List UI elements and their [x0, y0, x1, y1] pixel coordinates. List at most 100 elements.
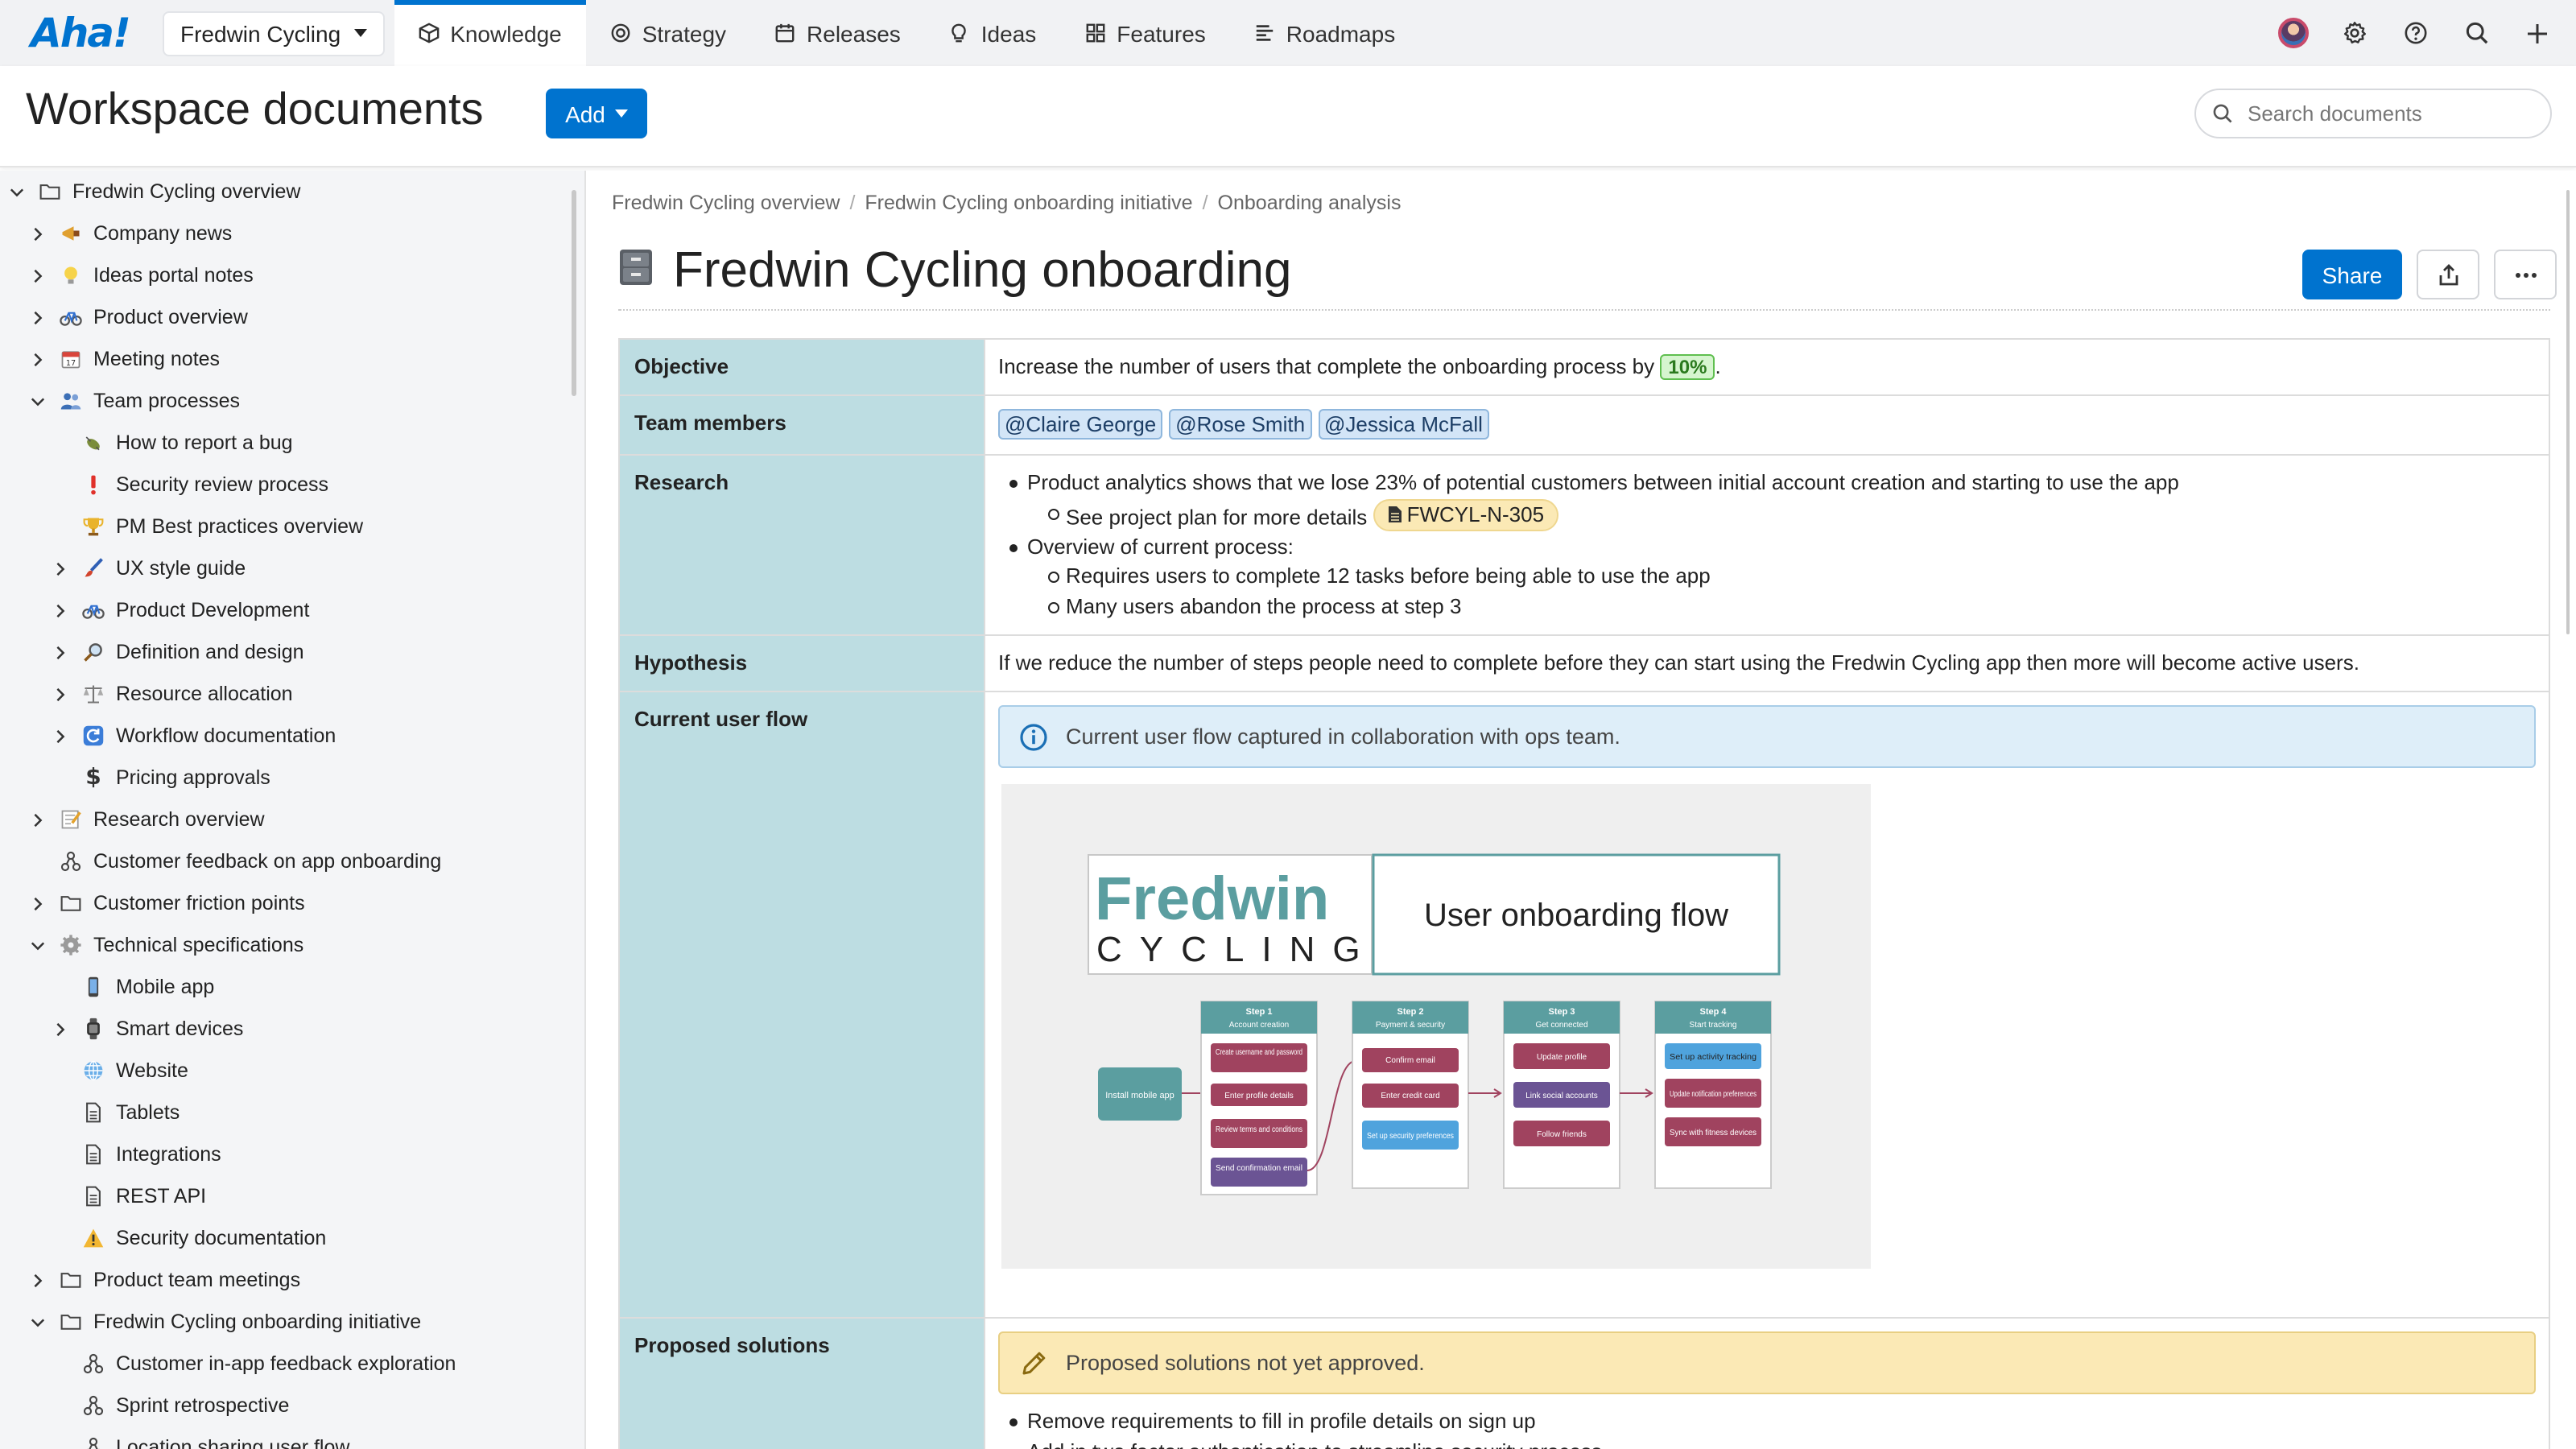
user-flow-image[interactable]: Fredwin CYCLING User onboarding flow Ins…: [1001, 784, 1871, 1269]
breadcrumb-item[interactable]: Fredwin Cycling onboarding initiative: [865, 192, 1192, 214]
research-value[interactable]: Product analytics shows that we lose 23%…: [984, 453, 2550, 637]
tab-releases[interactable]: Releases: [750, 0, 925, 66]
tree-item[interactable]: Product team meetings: [29, 1259, 300, 1301]
tab-ideas[interactable]: Ideas: [925, 0, 1061, 66]
tree-item[interactable]: Mobile app: [52, 966, 214, 1008]
chevron-right-icon[interactable]: [29, 811, 45, 828]
global-search-button[interactable]: [2460, 17, 2492, 49]
search-input[interactable]: [2248, 101, 2521, 126]
tree-item[interactable]: Integrations: [52, 1133, 221, 1175]
tree-item[interactable]: REST API: [52, 1175, 206, 1217]
list-item-text: Many users abandon the process at step 3: [1066, 593, 1462, 618]
proposed-list: Remove requirements to fill in profile d…: [998, 1408, 2536, 1449]
features-icon: [1085, 23, 1104, 43]
export-button[interactable]: [2417, 250, 2479, 299]
tree-item[interactable]: Customer friction points: [29, 882, 305, 924]
documents-sidebar: Fredwin Cycling overview Company news Id…: [0, 171, 586, 1449]
settings-button[interactable]: [2338, 17, 2370, 49]
search-icon: [2465, 22, 2487, 44]
tab-features[interactable]: Features: [1060, 0, 1230, 66]
chevron-right-icon[interactable]: [52, 728, 68, 744]
user-avatar[interactable]: [2277, 17, 2309, 49]
tree-item-label: Customer friction points: [93, 892, 305, 914]
breadcrumb-item[interactable]: Fredwin Cycling overview: [612, 192, 840, 214]
tree-item-label: Product team meetings: [93, 1269, 301, 1291]
tree-item[interactable]: Resource allocation: [52, 673, 293, 715]
tree-item[interactable]: Customer feedback on app onboarding: [29, 840, 441, 882]
chevron-right-icon[interactable]: [29, 895, 45, 911]
sidebar-scrollbar[interactable]: [572, 190, 576, 396]
tree-item[interactable]: Tablets: [52, 1092, 180, 1133]
chevron-right-icon[interactable]: [29, 351, 45, 367]
chevron-right-icon[interactable]: [52, 686, 68, 702]
chevron-right-icon[interactable]: [52, 602, 68, 618]
share-button[interactable]: Share: [2302, 250, 2402, 299]
tree-item[interactable]: Product overview: [29, 296, 248, 338]
tree-item[interactable]: UX style guide: [52, 547, 246, 589]
tree-item[interactable]: Technical specifications: [29, 924, 303, 966]
proposed-solutions-value[interactable]: Proposed solutions not yet approved. Rem…: [984, 1317, 2550, 1449]
tree-item[interactable]: Sprint retrospective: [52, 1385, 289, 1426]
tree-item[interactable]: Team processes: [29, 380, 240, 422]
tree-item[interactable]: PM Best practices overview: [52, 506, 363, 547]
dollar-icon: $: [85, 765, 101, 791]
record-link[interactable]: FWCYL-N-305: [1373, 498, 1559, 531]
tree-item[interactable]: Security documentation: [52, 1217, 326, 1259]
help-button[interactable]: [2399, 17, 2431, 49]
tree-item[interactable]: How to report a bug: [52, 422, 293, 464]
tab-knowledge[interactable]: Knowledge: [394, 0, 586, 66]
file-cabinet-icon: [618, 247, 654, 294]
chevron-right-icon[interactable]: [52, 1021, 68, 1037]
task-label: Sync with fitness devices: [1670, 1129, 1757, 1138]
tree-item[interactable]: Location sharing user flow: [52, 1426, 349, 1449]
chevron-right-icon[interactable]: [52, 644, 68, 660]
more-options-button[interactable]: [2494, 250, 2557, 299]
workspace-selector[interactable]: Fredwin Cycling: [163, 10, 385, 56]
chevron-right-icon[interactable]: [29, 309, 45, 325]
chevron-down-icon[interactable]: [29, 937, 45, 953]
tab-strategy[interactable]: Strategy: [586, 0, 750, 66]
create-button[interactable]: [2521, 17, 2553, 49]
add-button[interactable]: Add: [546, 89, 647, 138]
mention-chip[interactable]: @Jessica McFall: [1318, 409, 1489, 440]
list-item: Requires users to complete 12 tasks befo…: [1048, 563, 2536, 592]
tree-item[interactable]: Customer in-app feedback exploration: [52, 1343, 456, 1385]
tree-item[interactable]: Research overview: [29, 799, 265, 840]
chevron-down-icon[interactable]: [8, 184, 24, 200]
tree-item[interactable]: Product Development: [52, 589, 309, 631]
aha-logo[interactable]: Aha!: [31, 10, 153, 56]
warning-callout-text: Proposed solutions not yet approved.: [1066, 1351, 1425, 1376]
tree-item[interactable]: Smart devices: [52, 1008, 243, 1050]
tree-item[interactable]: 17 Meeting notes: [29, 338, 220, 380]
chevron-down-icon[interactable]: [29, 1314, 45, 1330]
tree-item[interactable]: Definition and design: [52, 631, 304, 673]
list-item-text: Requires users to complete 12 tasks befo…: [1066, 564, 1711, 588]
chevron-right-icon[interactable]: [52, 560, 68, 576]
tree-item[interactable]: Ideas portal notes: [29, 254, 254, 296]
tree-item[interactable]: $ Pricing approvals: [52, 757, 270, 799]
mention-chip[interactable]: @Rose Smith: [1169, 409, 1312, 440]
row-label-proposed: Proposed solutions: [618, 1317, 985, 1449]
objective-value[interactable]: Increase the number of users that comple…: [984, 338, 2550, 396]
chevron-down-icon[interactable]: [29, 393, 45, 409]
chevron-right-icon[interactable]: [29, 225, 45, 242]
tree-item[interactable]: Workflow documentation: [52, 715, 336, 757]
breadcrumb-item[interactable]: Onboarding analysis: [1218, 192, 1402, 214]
tree-item[interactable]: Security review process: [52, 464, 328, 506]
hypothesis-value[interactable]: If we reduce the number of steps people …: [984, 634, 2550, 693]
tree-item[interactable]: Company news: [29, 213, 232, 254]
current-flow-value[interactable]: Current user flow captured in collaborat…: [984, 691, 2550, 1319]
tab-roadmaps[interactable]: Roadmaps: [1230, 0, 1419, 66]
chevron-right-icon[interactable]: [29, 267, 45, 283]
mention-chip[interactable]: @Claire George: [998, 409, 1163, 440]
bug-icon: [80, 430, 106, 456]
tree-item[interactable]: Fredwin Cycling overview: [8, 171, 300, 213]
tree-item[interactable]: Fredwin Cycling onboarding initiative: [29, 1301, 421, 1343]
tree-item[interactable]: Website: [52, 1050, 188, 1092]
document-title[interactable]: Fredwin Cycling onboarding: [673, 242, 1292, 299]
content-scrollbar[interactable]: [2566, 190, 2570, 634]
tab-label: Releases: [807, 20, 901, 46]
chevron-right-icon[interactable]: [29, 1272, 45, 1288]
